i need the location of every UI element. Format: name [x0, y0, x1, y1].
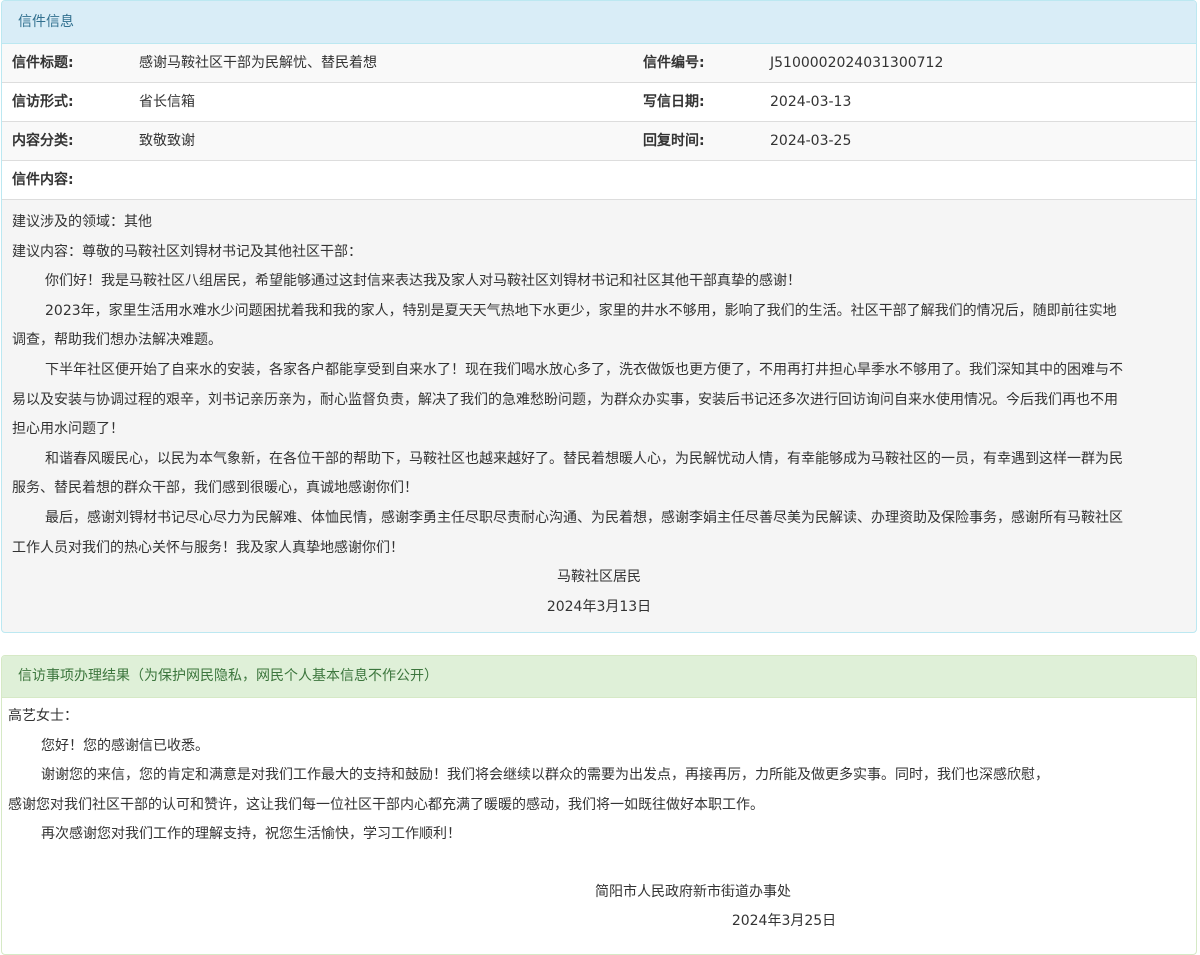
reply-paragraph-line: 感谢您对我们社区干部的认可和赞许，这让我们每一位社区干部内心都充满了暖暖的感动，…	[8, 796, 764, 813]
info-row-title: 信件标题: 感谢马鞍社区干部为民解忧、替民着想 信件编号: J510000202…	[2, 44, 1196, 83]
letter-title-label: 信件标题:	[12, 55, 74, 71]
info-row-form: 信访形式: 省长信箱 写信日期: 2024-03-13	[2, 83, 1196, 122]
reply-paragraph-line: 谢谢您的来信，您的肯定和满意是对我们工作最大的支持和鼓励！我们将会继续以群众的需…	[41, 767, 1049, 784]
letter-paragraph-line: 下半年社区便开始了自来水的安装，各家各户都能享受到自来水了！现在我们喝水放心多了…	[45, 361, 1123, 378]
reply-time-label: 回复时间:	[643, 133, 705, 149]
letter-content-label: 信件内容:	[12, 172, 74, 188]
letter-paragraph-line: 调查，帮助我们想办法解决难题。	[12, 332, 222, 349]
reply-paragraph-line: 您好！您的感谢信已收悉。	[41, 737, 209, 754]
reply-body: 高艺女士： 您好！您的感谢信已收悉。谢谢您的来信，您的肯定和满意是对我们工作最大…	[2, 698, 1196, 850]
info-row-content: 信件内容:	[2, 161, 1196, 200]
reply-panel: 信访事项办理结果（为保护网民隐私，网民个人基本信息不作公开） 高艺女士： 您好！…	[1, 655, 1197, 955]
letter-paragraph-line: 担心用水问题了！	[12, 421, 124, 438]
letter-signature: 马鞍社区居民	[557, 569, 641, 586]
content-category-value: 致敬致谢	[139, 133, 195, 149]
letter-salutation: 建议内容：尊敬的马鞍社区刘锝材书记及其他社区干部：	[12, 243, 362, 260]
letter-info-panel: 信件信息 信件标题: 感谢马鞍社区干部为民解忧、替民着想 信件编号: J5100…	[1, 0, 1197, 633]
letter-number-value: J5100002024031300712	[770, 55, 944, 71]
content-category-label: 内容分类:	[12, 133, 74, 149]
info-row-category: 内容分类: 致敬致谢 回复时间: 2024-03-25	[2, 122, 1196, 161]
reply-paragraph-line: 再次感谢您对我们工作的理解支持，祝您生活愉快，学习工作顺利！	[41, 826, 461, 843]
reply-signature: 简阳市人民政府新市街道办事处	[595, 884, 791, 900]
letter-body: 建议涉及的领域：其他 建议内容：尊敬的马鞍社区刘锝材书记及其他社区干部： 你们好…	[2, 201, 1196, 623]
reply-date: 2024年3月25日	[731, 913, 837, 929]
letter-form-value: 省长信箱	[139, 94, 195, 110]
letter-paragraph-line: 最后，感谢刘锝材书记尽心尽力为民解难、体恤民情，感谢李勇主任尽职尽责耐心沟通、为…	[45, 509, 1123, 526]
letter-info-heading: 信件信息	[2, 1, 1196, 44]
letter-paragraph-line: 你们好！我是马鞍社区八组居民，希望能够通过这封信来表达我及家人对马鞍社区刘锝材书…	[45, 273, 801, 290]
letter-domain: 建议涉及的领域：其他	[12, 214, 152, 230]
letter-form-label: 信访形式:	[12, 94, 74, 110]
reply-time-value: 2024-03-25	[770, 133, 852, 149]
letter-paragraph-line: 和谐春风暖民心，以民为本气象新，在各位干部的帮助下，马鞍社区也越来越好了。替民着…	[45, 450, 1123, 467]
letter-paragraph-line: 工作人员对我们的热心关怀与服务！我及家人真挚地感谢你们！	[12, 539, 404, 556]
letter-paragraph-line: 2023年，家里生活用水难水少问题困扰着我和我的家人，特别是夏天天气热地下水更少…	[45, 302, 1117, 319]
letter-info-table: 信件标题: 感谢马鞍社区干部为民解忧、替民着想 信件编号: J510000202…	[2, 44, 1196, 200]
letter-number-label: 信件编号:	[643, 55, 705, 71]
letter-date: 2024年3月13日	[546, 598, 652, 615]
reply-heading: 信访事项办理结果（为保护网民隐私，网民个人基本信息不作公开）	[2, 656, 1196, 698]
letter-date-value: 2024-03-13	[770, 94, 852, 110]
letter-paragraph-line: 服务、替民着想的群众干部，我们感到很暖心，真诚地感谢你们！	[12, 480, 418, 497]
letter-title-value: 感谢马鞍社区干部为民解忧、替民着想	[139, 55, 377, 71]
letter-paragraph-line: 易以及安装与协调过程的艰辛，刘书记亲历亲为，耐心监督负责，解决了我们的急难愁盼问…	[12, 391, 1118, 408]
letter-date-label: 写信日期:	[643, 94, 705, 110]
reply-salutation: 高艺女士：	[8, 708, 78, 724]
